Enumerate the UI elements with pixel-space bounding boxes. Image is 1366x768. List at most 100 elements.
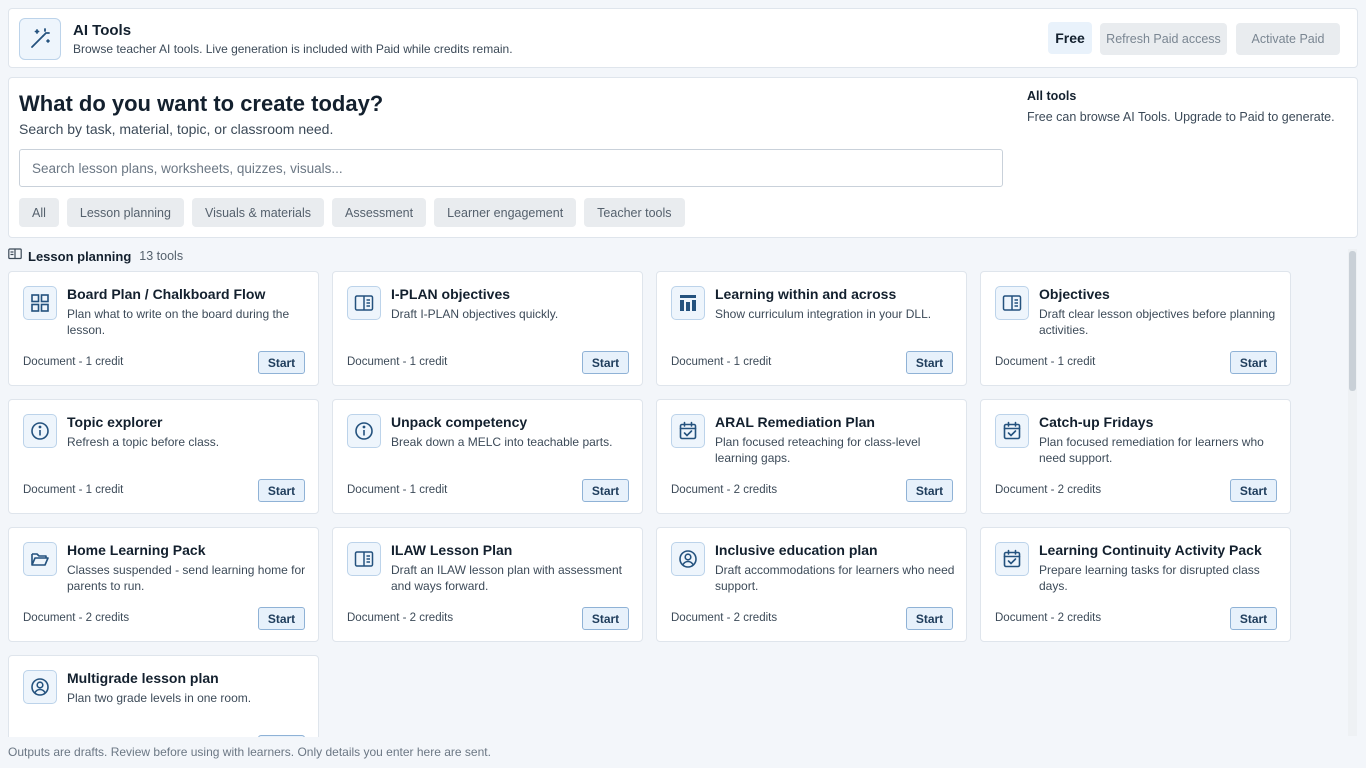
- tool-description: Draft an ILAW lesson plan with assessmen…: [391, 563, 622, 593]
- tool-description: Break down a MELC into teachable parts.: [391, 435, 613, 449]
- tool-card[interactable]: Catch-up Fridays Plan focused remediation…: [980, 399, 1291, 514]
- tool-title: ILAW Lesson Plan: [391, 542, 513, 558]
- tool-title: Multigrade lesson plan: [67, 670, 219, 686]
- tool-card[interactable]: Unpack competency Break down a MELC into …: [332, 399, 643, 514]
- start-button[interactable]: Start: [1230, 479, 1277, 502]
- scrollbar-thumb[interactable]: [1349, 251, 1356, 391]
- book-icon: [347, 286, 381, 320]
- filter-chip-assessment[interactable]: Assessment: [332, 198, 427, 227]
- tool-card[interactable]: Learning within and across Show curriculu…: [656, 271, 967, 386]
- start-button[interactable]: Start: [906, 607, 953, 630]
- tool-meta: Document - 1 credit: [671, 356, 772, 368]
- tool-card[interactable]: Inclusive education plan Draft accommodat…: [656, 527, 967, 642]
- filter-chip-teacher-tools[interactable]: Teacher tools: [584, 198, 685, 227]
- tool-meta: Document - 2 credits: [995, 484, 1102, 496]
- tool-title: Topic explorer: [67, 414, 163, 430]
- filter-chip-learner-engagement[interactable]: Learner engagement: [434, 198, 577, 227]
- tool-meta: Document - 2 credits: [671, 484, 778, 496]
- start-button[interactable]: Start: [582, 479, 629, 502]
- calendar-check-icon: [671, 414, 705, 448]
- info-icon-svg: [31, 422, 49, 440]
- section-count: 13 tools: [139, 249, 184, 263]
- tool-title: Objectives: [1039, 286, 1110, 302]
- filter-chip-lesson-planning[interactable]: Lesson planning: [66, 198, 184, 227]
- refresh-paid-access-button[interactable]: Refresh Paid access: [1100, 23, 1227, 55]
- section-heading: Lesson planning 13 tools: [8, 247, 183, 265]
- tool-meta: Document - 2 credits: [995, 612, 1102, 624]
- tool-meta: Document - 2 credits: [23, 612, 130, 624]
- filter-chip-visuals-materials[interactable]: Visuals & materials: [191, 198, 325, 227]
- start-button[interactable]: Start: [1230, 351, 1277, 374]
- tool-card[interactable]: I-PLAN objectives Draft I-PLAN objectives…: [332, 271, 643, 386]
- tool-title: Home Learning Pack: [67, 542, 206, 558]
- tool-title: Learning within and across: [715, 286, 897, 302]
- tool-description: Show curriculum integration in your DLL.: [715, 307, 932, 321]
- folder-open-icon: [23, 542, 57, 576]
- tool-meta: Document - 1 credit: [23, 484, 124, 496]
- tool-meta: Document - 2 credits: [671, 612, 778, 624]
- tool-title: Learning Continuity Activity Pack: [1039, 542, 1262, 558]
- tool-title: Unpack competency: [391, 414, 528, 430]
- book-icon-svg: [354, 295, 374, 311]
- scope-description: Free can browse AI Tools. Upgrade to Pai…: [1027, 110, 1335, 124]
- grid-icon: [23, 286, 57, 320]
- info-icon: [347, 414, 381, 448]
- start-button[interactable]: Start: [582, 607, 629, 630]
- start-button[interactable]: Start: [1230, 607, 1277, 630]
- tool-description: Plan what to write on the board during t…: [67, 307, 290, 337]
- user-circle-icon-svg: [679, 550, 697, 568]
- tool-card[interactable]: Objectives Draft clear lesson objectives …: [980, 271, 1291, 386]
- start-button[interactable]: Start: [906, 351, 953, 374]
- start-button[interactable]: Start: [906, 479, 953, 502]
- book-open-icon: [8, 247, 22, 265]
- tool-meta: Document - 1 credit: [995, 356, 1096, 368]
- filter-chip-all[interactable]: All: [19, 198, 59, 227]
- user-circle-icon: [671, 542, 705, 576]
- tool-card[interactable]: Topic explorer Refresh a topic before cla…: [8, 399, 319, 514]
- info-icon: [23, 414, 57, 448]
- start-button[interactable]: Start: [258, 479, 305, 502]
- folder-open-icon-svg: [31, 553, 49, 566]
- start-button[interactable]: [258, 735, 305, 737]
- book-icon-svg: [1002, 295, 1022, 311]
- tool-description: Draft I-PLAN objectives quickly.: [391, 307, 559, 321]
- tool-card[interactable]: ARAL Remediation Plan Plan focused reteac…: [656, 399, 967, 514]
- calendar-check-icon: [995, 414, 1029, 448]
- tool-card[interactable]: ILAW Lesson Plan Draft an ILAW lesson pla…: [332, 527, 643, 642]
- start-button[interactable]: Start: [582, 351, 629, 374]
- app-subtitle: Browse teacher AI tools. Live generation…: [73, 42, 513, 56]
- page-subtitle: Search by task, material, topic, or clas…: [19, 121, 334, 137]
- start-button[interactable]: Start: [258, 607, 305, 630]
- tool-card[interactable]: Multigrade lesson plan Plan two grade lev…: [8, 655, 319, 737]
- user-circle-icon: [23, 670, 57, 704]
- tool-meta: Document - 2 credits: [347, 612, 454, 624]
- app-header: AI Tools Browse teacher AI tools. Live g…: [8, 8, 1358, 68]
- tool-description: Draft clear lesson objectives before pla…: [1039, 307, 1276, 337]
- layout-icon: [671, 286, 705, 320]
- tool-description: Plan focused reteaching for class-level …: [715, 435, 921, 465]
- calendar-check-icon-svg: [1003, 549, 1021, 568]
- tool-card[interactable]: Board Plan / Chalkboard Flow Plan what to…: [8, 271, 319, 386]
- layout-icon-svg: [680, 295, 696, 311]
- tool-title: ARAL Remediation Plan: [715, 414, 875, 430]
- tool-title: Board Plan / Chalkboard Flow: [67, 286, 266, 302]
- book-icon: [347, 542, 381, 576]
- tool-description: Refresh a topic before class.: [67, 435, 220, 449]
- tool-description: Prepare learning tasks for disrupted cla…: [1039, 563, 1260, 593]
- tool-title: I-PLAN objectives: [391, 286, 511, 302]
- tool-card[interactable]: Home Learning Pack Classes suspended - se…: [8, 527, 319, 642]
- tool-meta: Document - 1 credit: [23, 356, 124, 368]
- info-icon-svg: [355, 422, 373, 440]
- user-circle-icon-svg: [31, 678, 49, 696]
- start-button[interactable]: Start: [258, 351, 305, 374]
- tool-card[interactable]: Learning Continuity Activity Pack Prepare…: [980, 527, 1291, 642]
- tool-meta: Document - 1 credit: [347, 484, 448, 496]
- activate-paid-button[interactable]: Activate Paid: [1236, 23, 1340, 55]
- magic-wand-icon: [19, 18, 61, 60]
- book-icon: [995, 286, 1029, 320]
- search-panel: What do you want to create today? Search…: [8, 77, 1358, 238]
- scope-title: All tools: [1027, 89, 1077, 103]
- tool-meta: Document - 1 credit: [347, 356, 448, 368]
- app-title: AI Tools: [73, 22, 132, 39]
- search-input[interactable]: [19, 149, 1003, 187]
